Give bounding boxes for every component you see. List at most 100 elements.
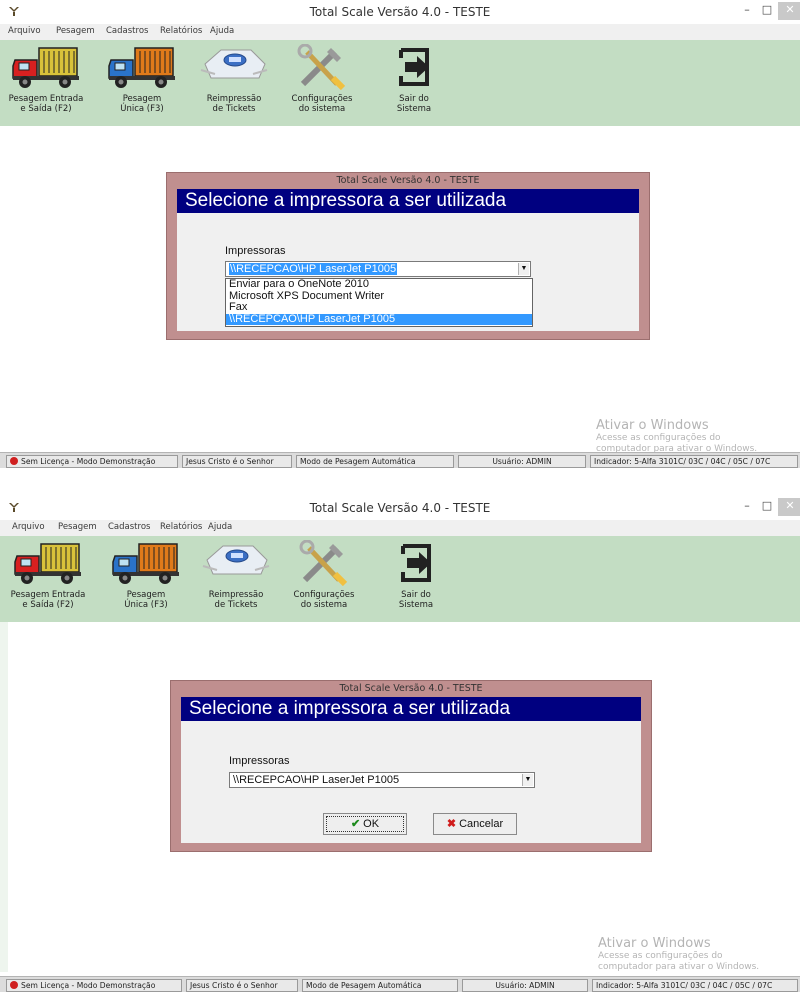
maximize-button[interactable]: □ bbox=[760, 498, 774, 516]
chevron-down-icon[interactable]: ▼ bbox=[518, 263, 529, 275]
status-license-text: Sem Licença - Modo Demonstração bbox=[21, 457, 156, 466]
tool-pesagem-entrada-saida[interactable]: Pesagem Entrada e Saída (F2) bbox=[4, 44, 88, 124]
blue-truck-icon bbox=[112, 543, 179, 584]
printer-option-selected[interactable]: \\RECEPCAO\HP LaserJet P1005 bbox=[226, 313, 532, 325]
no-license-icon bbox=[10, 981, 18, 989]
x-icon: ✖ bbox=[446, 818, 457, 830]
screenshot-dropdown-open: Total Scale Versão 4.0 - TESTE – □ ✕ Arq… bbox=[0, 0, 800, 496]
window-title: Total Scale Versão 4.0 - TESTE bbox=[309, 5, 491, 19]
printer-select-value: \\RECEPCAO\HP LaserJet P1005 bbox=[229, 263, 398, 275]
tool-label: Pesagem Entrada e Saída (F2) bbox=[8, 94, 84, 114]
tool-pesagem-unica[interactable]: Pesagem Única (F3) bbox=[104, 540, 188, 620]
title-bar: Total Scale Versão 4.0 - TESTE – □ ✕ bbox=[0, 496, 800, 520]
tool-configuracoes[interactable]: Configurações do sistema bbox=[282, 540, 366, 620]
menu-bar: Arquivo Pesagem Cadastros Relatórios Aju… bbox=[0, 24, 800, 40]
status-mode: Modo de Pesagem Automática bbox=[296, 455, 454, 468]
tool-label: Reimpressão de Tickets bbox=[208, 590, 264, 610]
tools-icon bbox=[297, 44, 346, 90]
blue-truck-icon bbox=[108, 47, 175, 88]
status-motto: Jesus Cristo é o Senhor bbox=[182, 455, 292, 468]
printer-icon bbox=[202, 545, 270, 575]
status-license: Sem Licença - Modo Demonstração bbox=[6, 455, 178, 468]
dialog-body: Impressoras \\RECEPCAO\HP LaserJet P1005… bbox=[177, 213, 639, 331]
tool-configuracoes[interactable]: Configurações do sistema bbox=[280, 44, 364, 124]
watermark-title: Ativar o Windows bbox=[598, 936, 711, 951]
status-mode: Modo de Pesagem Automática bbox=[302, 979, 458, 992]
printer-select[interactable]: \\RECEPCAO\HP LaserJet P1005 ▼ bbox=[229, 772, 535, 788]
tools-icon bbox=[299, 540, 348, 586]
menu-pesagem[interactable]: Pesagem bbox=[56, 26, 95, 36]
dialog-header: Selecione a impressora a ser utilizada bbox=[177, 189, 639, 213]
activation-watermark: Ativar o Windows Acesse as configurações… bbox=[598, 936, 759, 973]
printer-option[interactable]: Fax bbox=[226, 301, 532, 314]
cancel-button[interactable]: ✖ Cancelar bbox=[433, 813, 517, 835]
printer-select-value: \\RECEPCAO\HP LaserJet P1005 bbox=[233, 774, 400, 786]
tool-label: Configurações do sistema bbox=[291, 94, 353, 114]
menu-ajuda[interactable]: Ajuda bbox=[208, 522, 232, 532]
menu-pesagem[interactable]: Pesagem bbox=[58, 522, 97, 532]
dialog-title: Total Scale Versão 4.0 - TESTE bbox=[336, 175, 480, 186]
tool-reimpressao[interactable]: Reimpressão de Tickets bbox=[192, 44, 276, 124]
watermark-line: computador para ativar o Windows. bbox=[598, 962, 760, 972]
tool-label: Pesagem Entrada e Saída (F2) bbox=[10, 590, 86, 610]
toolbar: Pesagem Entrada e Saída (F2) Pesagem Úni… bbox=[0, 40, 800, 126]
printers-label: Impressoras bbox=[225, 245, 286, 257]
printer-select[interactable]: \\RECEPCAO\HP LaserJet P1005 ▼ bbox=[225, 261, 531, 277]
activation-watermark: Ativar o Windows Acesse as configurações… bbox=[596, 418, 757, 455]
menu-relatorios[interactable]: Relatórios bbox=[160, 522, 202, 532]
menu-bar: Arquivo Pesagem Cadastros Relatórios Aju… bbox=[0, 520, 800, 536]
ok-label: OK bbox=[363, 818, 380, 830]
watermark-line: Acesse as configurações do bbox=[598, 951, 723, 961]
printer-option[interactable]: Microsoft XPS Document Writer bbox=[226, 290, 532, 303]
printer-dialog: Total Scale Versão 4.0 - TESTE Selecione… bbox=[166, 172, 650, 340]
minimize-button[interactable]: – bbox=[740, 2, 754, 20]
tool-label: Pesagem Única (F3) bbox=[120, 94, 164, 114]
menu-arquivo[interactable]: Arquivo bbox=[8, 26, 41, 36]
status-bar: Sem Licença - Modo Demonstração Jesus Cr… bbox=[0, 976, 800, 992]
checkmark-icon: ✔ bbox=[350, 818, 361, 830]
window-title: Total Scale Versão 4.0 - TESTE bbox=[309, 501, 491, 515]
screenshot-dropdown-closed: Total Scale Versão 4.0 - TESTE – □ ✕ Arq… bbox=[0, 496, 800, 992]
tool-label: Configurações do sistema bbox=[293, 590, 355, 610]
left-margin bbox=[0, 622, 8, 972]
status-indicator: Indicador: 5-Alfa 3101C/ 03C / 04C / 05C… bbox=[590, 455, 798, 468]
menu-ajuda[interactable]: Ajuda bbox=[210, 26, 234, 36]
status-bar: Sem Licença - Modo Demonstração Jesus Cr… bbox=[0, 452, 800, 468]
status-user: Usuário: ADMIN bbox=[462, 979, 588, 992]
red-truck-icon bbox=[12, 47, 79, 88]
close-button[interactable]: ✕ bbox=[778, 498, 800, 516]
close-button[interactable]: ✕ bbox=[778, 2, 800, 20]
dialog-header: Selecione a impressora a ser utilizada bbox=[181, 697, 641, 721]
tool-label: Sair do Sistema bbox=[398, 590, 434, 610]
menu-cadastros[interactable]: Cadastros bbox=[106, 26, 148, 36]
printers-label: Impressoras bbox=[229, 755, 290, 767]
cancel-label: Cancelar bbox=[459, 818, 504, 830]
menu-cadastros[interactable]: Cadastros bbox=[108, 522, 150, 532]
tool-reimpressao[interactable]: Reimpressão de Tickets bbox=[194, 540, 278, 620]
printer-option[interactable]: Enviar para o OneNote 2010 bbox=[226, 278, 532, 291]
maximize-button[interactable]: □ bbox=[760, 2, 774, 20]
status-user: Usuário: ADMIN bbox=[458, 455, 586, 468]
printer-dialog: Total Scale Versão 4.0 - TESTE Selecione… bbox=[170, 680, 652, 852]
tool-label: Reimpressão de Tickets bbox=[206, 94, 262, 114]
exit-icon bbox=[399, 48, 429, 86]
toolbar: Pesagem Entrada e Saída (F2) Pesagem Úni… bbox=[0, 536, 800, 622]
status-license: Sem Licença - Modo Demonstração bbox=[6, 979, 182, 992]
ok-button[interactable]: ✔ OK bbox=[323, 813, 407, 835]
watermark-title: Ativar o Windows bbox=[596, 418, 709, 433]
tool-sair[interactable]: Sair do Sistema bbox=[374, 540, 458, 620]
tool-sair[interactable]: Sair do Sistema bbox=[372, 44, 456, 124]
tool-label: Pesagem Única (F3) bbox=[124, 590, 168, 610]
tool-pesagem-unica[interactable]: Pesagem Única (F3) bbox=[100, 44, 184, 124]
status-indicator: Indicador: 5-Alfa 3101C/ 03C / 04C / 05C… bbox=[592, 979, 798, 992]
chevron-down-icon[interactable]: ▼ bbox=[522, 774, 533, 786]
menu-arquivo[interactable]: Arquivo bbox=[12, 522, 45, 532]
dialog-body: Impressoras \\RECEPCAO\HP LaserJet P1005… bbox=[181, 721, 641, 843]
no-license-icon bbox=[10, 457, 18, 465]
title-bar: Total Scale Versão 4.0 - TESTE – □ ✕ bbox=[0, 0, 800, 24]
status-motto: Jesus Cristo é o Senhor bbox=[186, 979, 298, 992]
minimize-button[interactable]: – bbox=[740, 498, 754, 516]
dialog-title: Total Scale Versão 4.0 - TESTE bbox=[339, 683, 483, 694]
tool-pesagem-entrada-saida[interactable]: Pesagem Entrada e Saída (F2) bbox=[6, 540, 90, 620]
menu-relatorios[interactable]: Relatórios bbox=[160, 26, 202, 36]
